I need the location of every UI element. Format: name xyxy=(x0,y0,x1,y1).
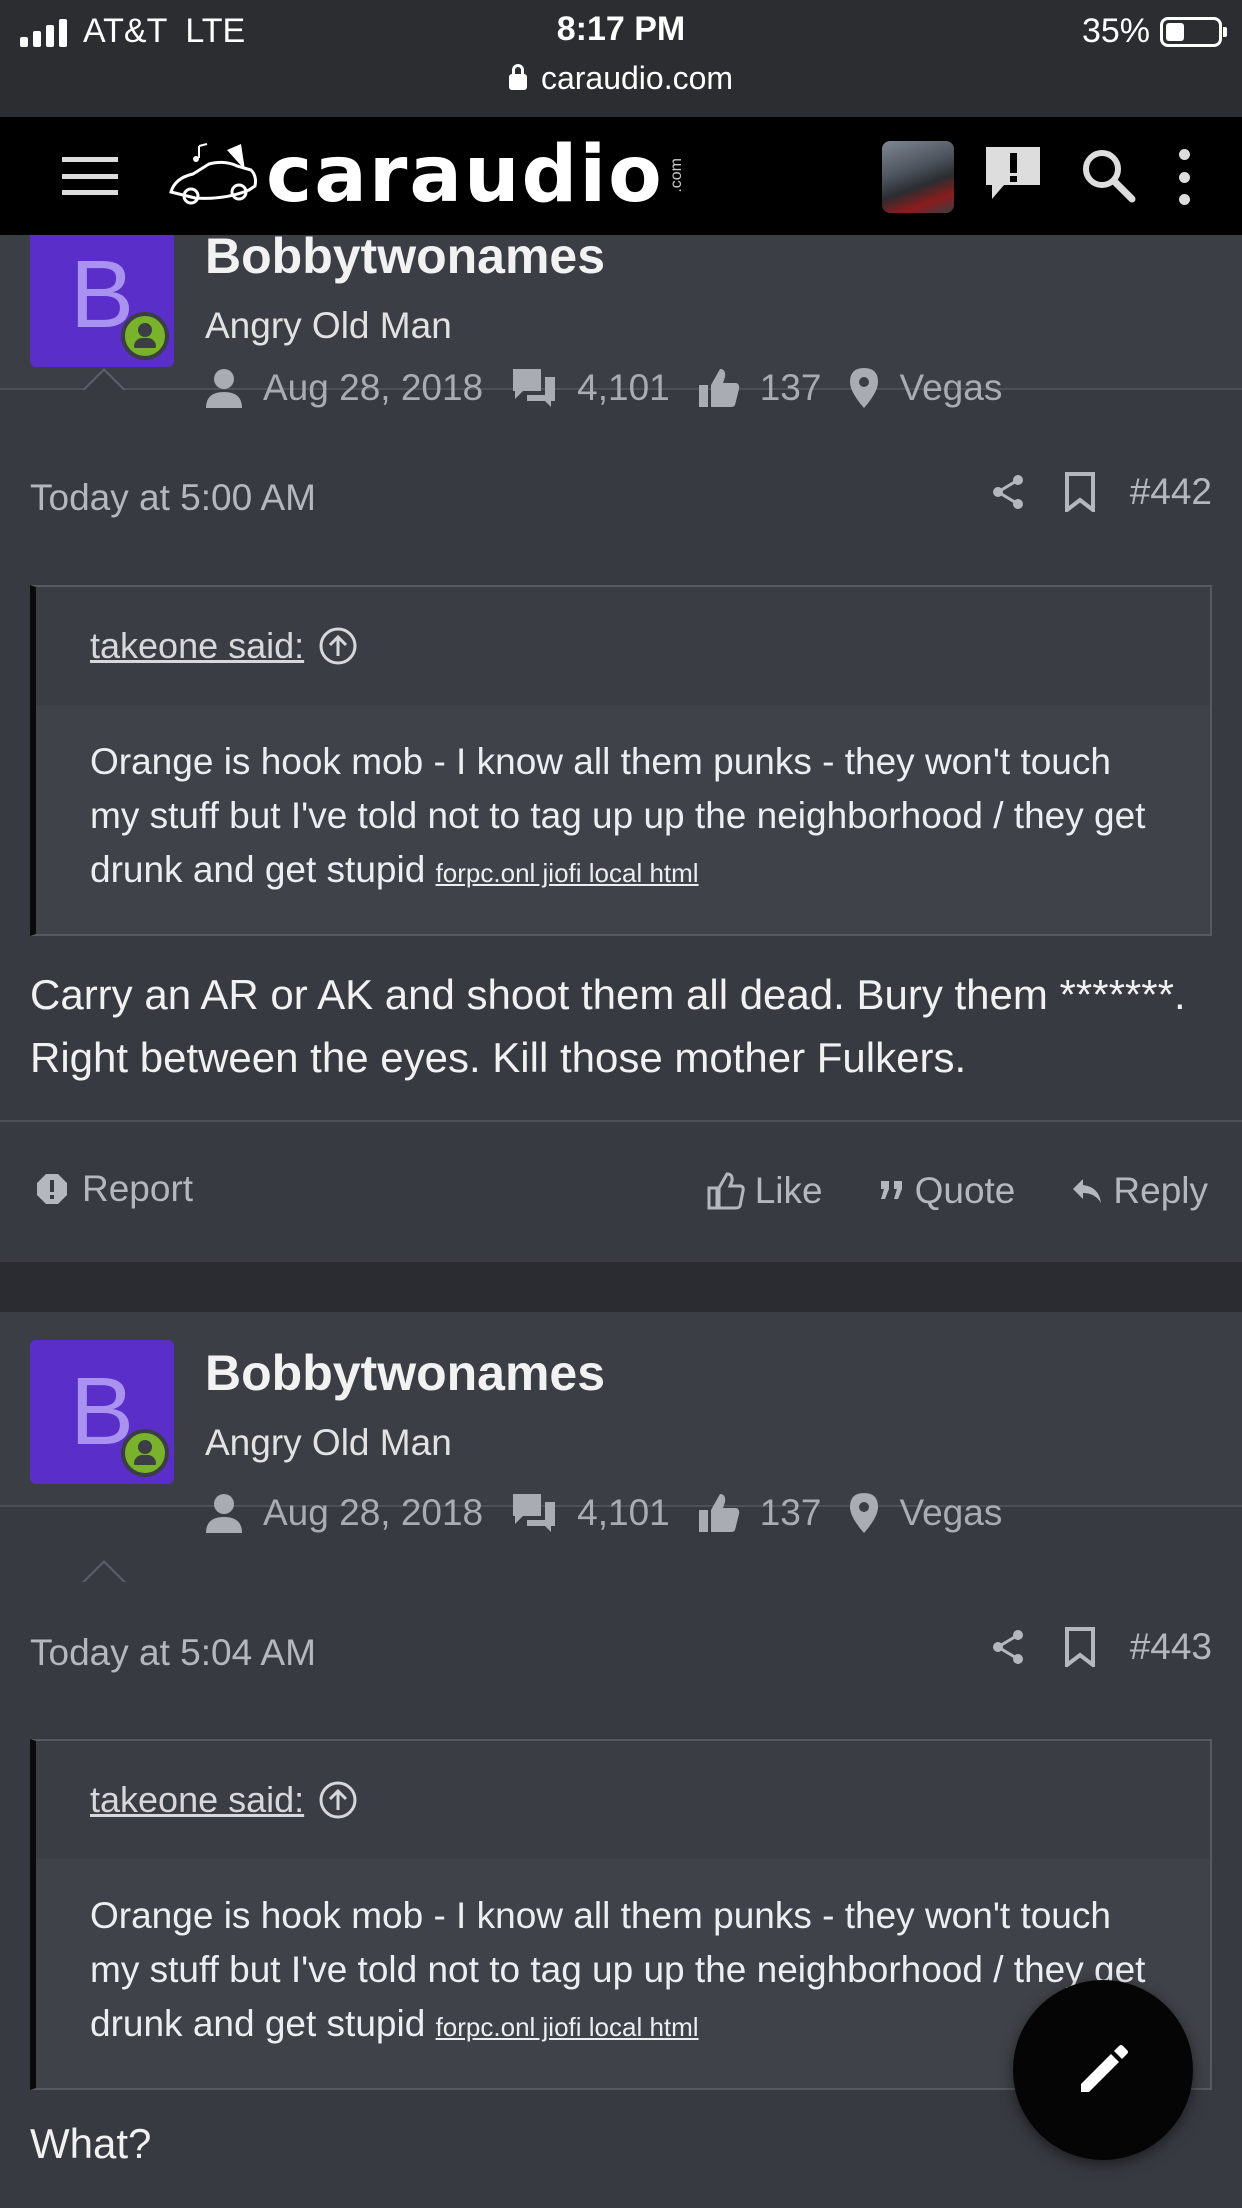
thumbs-up-icon xyxy=(698,369,739,407)
message-count: 4,101 xyxy=(577,1492,670,1533)
share-icon[interactable] xyxy=(990,1628,1026,1666)
report-icon xyxy=(37,1174,67,1204)
post-footer: Report Like Quote Reply xyxy=(0,1120,1242,1262)
account-avatar[interactable] xyxy=(882,141,954,213)
reply-icon xyxy=(1073,1179,1102,1203)
bookmark-icon[interactable] xyxy=(1064,472,1096,512)
post-date[interactable]: Today at 5:04 AM xyxy=(30,1632,316,1674)
user-title: Angry Old Man xyxy=(205,305,452,346)
location-icon xyxy=(850,1493,879,1533)
quote-header: takeone said: xyxy=(36,1741,1210,1859)
quote-body: Orange is hook mob - I know all them pun… xyxy=(36,705,1210,934)
address-bar[interactable]: caraudio.com xyxy=(0,60,1242,97)
quote-label: Quote xyxy=(914,1170,1016,1211)
arrow-up-circle-icon[interactable] xyxy=(318,1780,358,1820)
logo-suffix: .com xyxy=(667,157,685,193)
user-title: Angry Old Man xyxy=(205,1422,452,1463)
user-location: Vegas xyxy=(899,1492,1003,1533)
post-pointer xyxy=(82,368,126,391)
post-number[interactable]: #442 xyxy=(1130,471,1212,513)
reply-button[interactable]: Reply xyxy=(1071,1170,1208,1212)
post-footer-actions: Like Quote Reply xyxy=(651,1170,1208,1212)
like-button[interactable]: Like xyxy=(707,1170,823,1212)
location-icon xyxy=(850,368,879,408)
online-status-icon xyxy=(121,1429,169,1477)
user-icon xyxy=(206,369,242,408)
user-location: Vegas xyxy=(899,367,1003,408)
username[interactable]: Bobbytwonames xyxy=(205,227,605,285)
quote-links[interactable]: forpc.onl jiofi local html xyxy=(436,2012,699,2042)
user-stats: Aug 28, 2018 4,101 137 Vegas xyxy=(205,367,1030,409)
quote-button[interactable]: Quote xyxy=(879,1170,1016,1212)
car-logo-icon xyxy=(169,143,257,205)
post-meta: Today at 5:00 AM #442 xyxy=(30,467,1212,527)
quote-links[interactable]: forpc.onl jiofi local html xyxy=(436,858,699,888)
menu-icon[interactable] xyxy=(62,157,118,195)
messages-icon xyxy=(513,1494,556,1532)
post-user-block: B Bobbytwonames Angry Old Man Aug 28, 20… xyxy=(0,1312,1242,1533)
post-date[interactable]: Today at 5:00 AM xyxy=(30,477,316,519)
post-actions-top: #443 xyxy=(990,1626,1212,1668)
clock: 8:17 PM xyxy=(556,10,686,48)
url-text: caraudio.com xyxy=(540,60,734,96)
alerts-icon[interactable] xyxy=(982,143,1044,203)
quote-author-link[interactable]: takeone said: xyxy=(90,625,304,667)
post-body: Carry an AR or AK and shoot them all dea… xyxy=(30,971,1186,1081)
report-button[interactable]: Report xyxy=(36,1168,193,1210)
bookmark-icon[interactable] xyxy=(1064,1627,1096,1667)
post-separator xyxy=(0,1262,1242,1312)
quote-icon xyxy=(880,1181,902,1199)
quote-block: takeone said: Orange is hook mob - I kno… xyxy=(30,585,1212,936)
pencil-icon xyxy=(1081,2045,1128,2092)
site-header: caraudio .com xyxy=(0,117,1242,235)
report-label: Report xyxy=(82,1168,194,1209)
lock-icon xyxy=(508,64,527,90)
quote-header: takeone said: xyxy=(36,587,1210,705)
status-bar: AT&T LTE 8:17 PM caraudio.com 35% xyxy=(0,0,1242,117)
messages-icon xyxy=(513,369,556,407)
search-icon[interactable] xyxy=(1080,147,1136,203)
more-options-icon[interactable] xyxy=(1176,149,1192,205)
thumbs-up-outline-icon xyxy=(707,1172,745,1210)
online-status-icon xyxy=(121,312,169,360)
site-logo[interactable]: caraudio .com xyxy=(165,135,686,215)
compose-button[interactable] xyxy=(1013,1980,1193,2160)
reply-label: Reply xyxy=(1113,1170,1208,1211)
share-icon[interactable] xyxy=(990,473,1026,511)
battery-percent: 35% xyxy=(1081,12,1150,50)
joined-date: Aug 28, 2018 xyxy=(263,367,484,408)
post-meta: Today at 5:04 AM #443 xyxy=(30,1622,1212,1682)
like-label: Like xyxy=(754,1170,823,1211)
message-count: 4,101 xyxy=(577,367,670,408)
post-number[interactable]: #443 xyxy=(1130,1626,1212,1668)
post-pointer xyxy=(82,1560,126,1583)
user-stats: Aug 28, 2018 4,101 137 Vegas xyxy=(205,1492,1030,1534)
post-442: B Bobbytwonames Angry Old Man Aug 28, 20… xyxy=(0,195,1242,1262)
username[interactable]: Bobbytwonames xyxy=(205,1344,605,1402)
reaction-score: 137 xyxy=(759,367,822,408)
thumbs-up-icon xyxy=(698,1494,739,1532)
reaction-score: 137 xyxy=(759,1492,822,1533)
quote-author-link[interactable]: takeone said: xyxy=(90,1779,304,1821)
arrow-up-circle-icon[interactable] xyxy=(318,626,358,666)
logo-wordmark: caraudio xyxy=(266,130,664,220)
user-icon xyxy=(206,1494,242,1533)
post-actions-top: #442 xyxy=(990,471,1212,513)
battery-icon xyxy=(1160,16,1227,47)
joined-date: Aug 28, 2018 xyxy=(263,1492,484,1533)
status-right: 35% xyxy=(1081,12,1227,51)
